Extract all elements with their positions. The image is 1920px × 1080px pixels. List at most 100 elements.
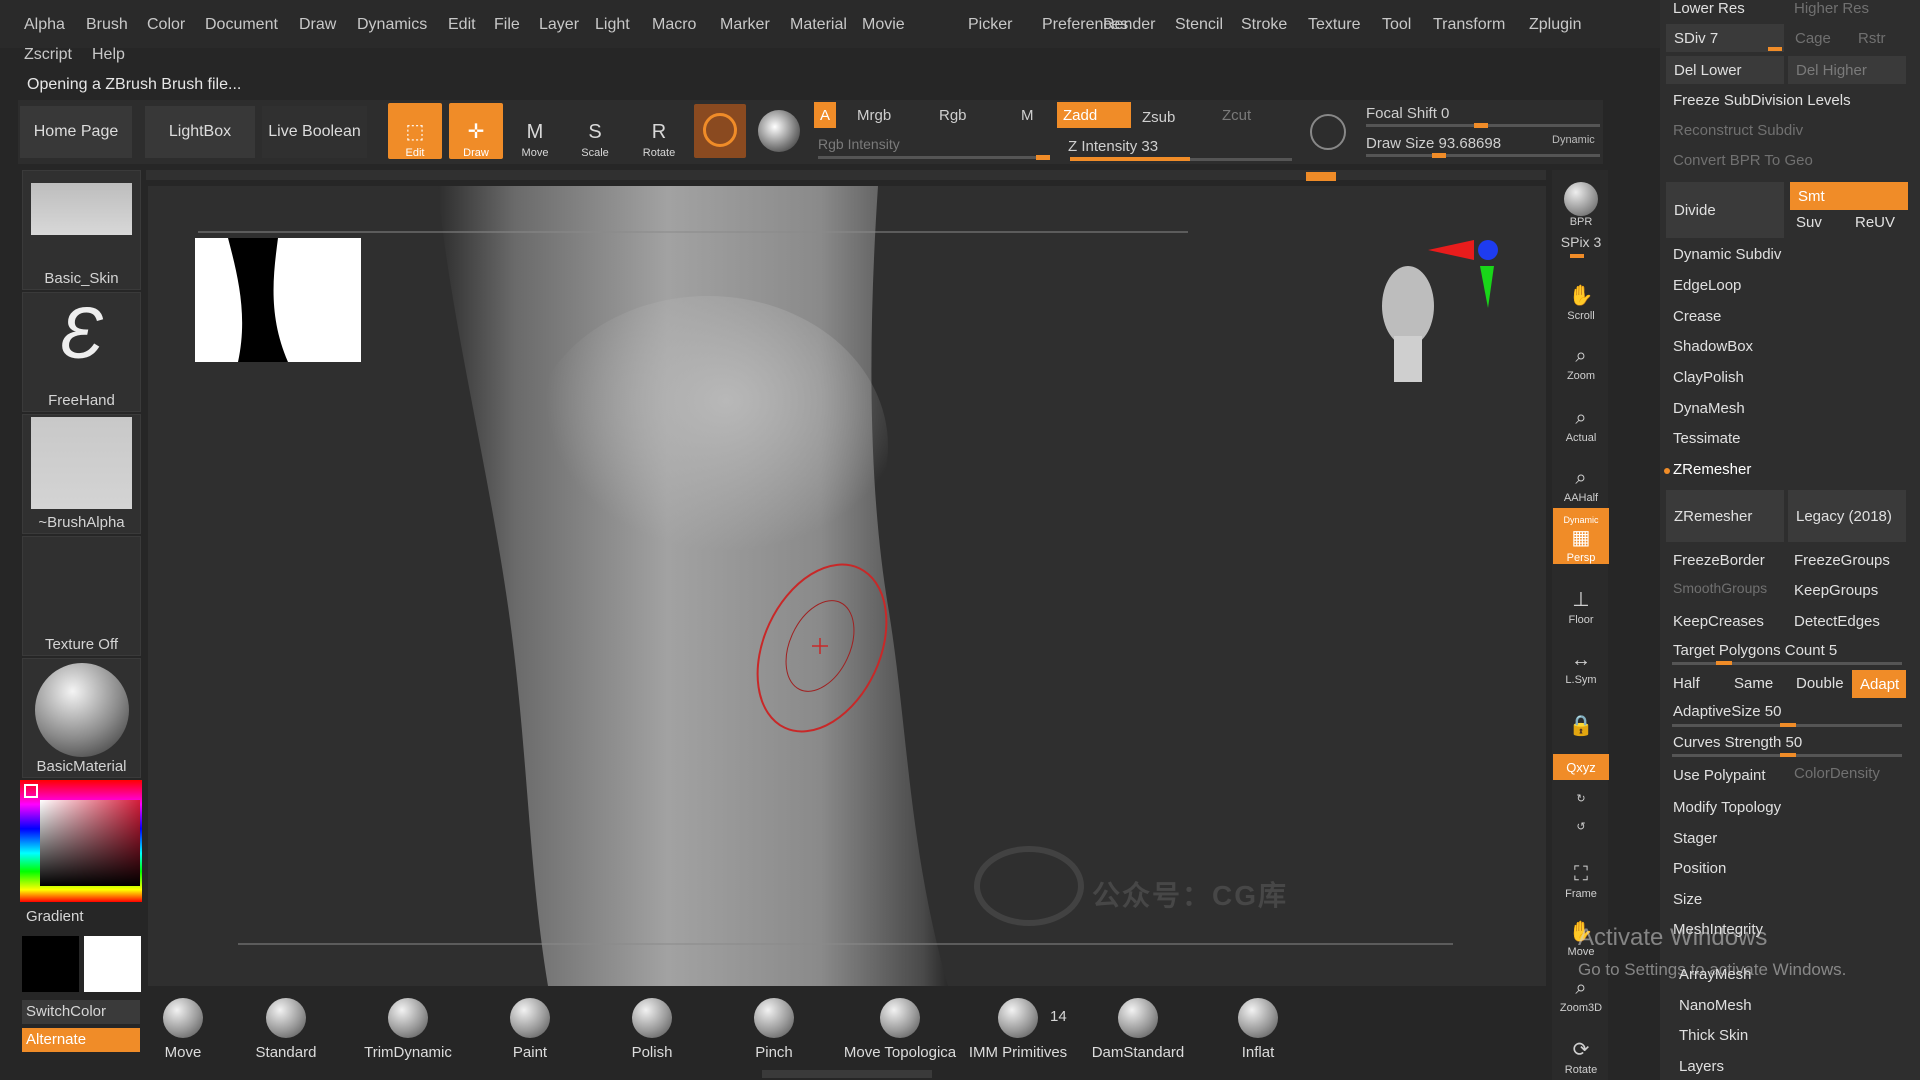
brush-pinch[interactable]: Pinch xyxy=(724,998,824,1061)
reuv-button[interactable]: ReUV xyxy=(1855,214,1895,231)
texture-thumb[interactable]: Texture Off xyxy=(22,536,141,656)
rotate-z-button[interactable]: ↺ xyxy=(1553,814,1609,838)
secondary-color-swatch[interactable] xyxy=(84,936,141,992)
crease-button[interactable]: Crease xyxy=(1673,308,1721,325)
size-button[interactable]: Size xyxy=(1673,891,1702,908)
sdiv-handle[interactable] xyxy=(1768,47,1782,51)
alpha-skin-thumb[interactable]: Basic_Skin xyxy=(22,170,141,290)
xyz-button[interactable]: Qxyz xyxy=(1553,754,1609,780)
freezeborder-toggle[interactable]: FreezeBorder xyxy=(1673,552,1765,569)
smt-toggle[interactable]: Smt xyxy=(1790,182,1908,210)
rotate-y-button[interactable]: ↻ xyxy=(1553,786,1609,810)
lower-res-button[interactable]: Lower Res xyxy=(1673,0,1745,17)
color-picker[interactable] xyxy=(20,780,142,902)
suv-toggle[interactable]: Suv xyxy=(1796,214,1822,231)
half-button[interactable]: Half xyxy=(1673,675,1700,692)
use-polypaint-toggle[interactable]: Use Polypaint xyxy=(1673,767,1766,784)
menu-material[interactable]: Material xyxy=(790,16,847,34)
menu-light[interactable]: Light xyxy=(595,16,630,34)
keepgroups-toggle[interactable]: KeepGroups xyxy=(1794,582,1878,599)
yin-yang-icon[interactable] xyxy=(758,110,800,152)
tessimate-button[interactable]: Tessimate xyxy=(1673,430,1741,447)
menu-help[interactable]: Help xyxy=(92,46,125,64)
edit-button[interactable]: ⬚ Edit xyxy=(388,103,442,159)
floor-button[interactable]: ⊥ Floor xyxy=(1553,572,1609,626)
lightbox-button[interactable]: LightBox xyxy=(145,106,255,158)
scroll-button[interactable]: ✋ Scroll xyxy=(1553,268,1609,322)
dynamesh-button[interactable]: DynaMesh xyxy=(1673,400,1745,417)
menu-color[interactable]: Color xyxy=(147,16,185,34)
actual-button[interactable]: ⌕ Actual xyxy=(1553,390,1609,444)
color-density-slider[interactable]: ColorDensity xyxy=(1794,765,1880,782)
zcut-toggle[interactable]: Zcut xyxy=(1216,102,1257,128)
menu-macro[interactable]: Macro xyxy=(652,16,696,34)
curves-strength-handle[interactable] xyxy=(1780,753,1796,757)
shelf-scroll[interactable] xyxy=(762,1070,932,1078)
menu-marker[interactable]: Marker xyxy=(720,16,770,34)
smoothgroups-slider[interactable]: SmoothGroups xyxy=(1673,580,1767,596)
menu-render[interactable]: Render xyxy=(1103,16,1155,34)
target-polygons-handle[interactable] xyxy=(1716,661,1732,665)
adaptive-size-handle[interactable] xyxy=(1780,723,1796,727)
modify-topology-button[interactable]: Modify Topology xyxy=(1673,799,1781,816)
zadd-toggle[interactable]: Zadd xyxy=(1057,102,1131,128)
menu-stroke[interactable]: Stroke xyxy=(1241,16,1287,34)
claypolish-button[interactable]: ClayPolish xyxy=(1673,369,1744,386)
timeline-strip[interactable] xyxy=(146,170,1546,180)
stroke-freehand-thumb[interactable]: Ɛ FreeHand xyxy=(22,292,141,412)
del-higher-button[interactable]: Del Higher xyxy=(1788,56,1906,84)
brush-standard[interactable]: Standard xyxy=(236,998,336,1061)
menu-picker[interactable]: Picker xyxy=(968,16,1012,34)
material-sphere-button[interactable] xyxy=(694,104,746,158)
menu-file[interactable]: File xyxy=(494,16,520,34)
focal-shift-handle[interactable] xyxy=(1474,123,1488,128)
menu-edit[interactable]: Edit xyxy=(448,16,476,34)
lsym-button[interactable]: ↔ L.Sym xyxy=(1553,632,1609,686)
menu-stencil[interactable]: Stencil xyxy=(1175,16,1223,34)
adaptive-size-slider[interactable]: AdaptiveSize 50 xyxy=(1673,703,1781,720)
spix-slider[interactable] xyxy=(1570,254,1584,258)
mrgb-toggle[interactable]: Mrgb xyxy=(851,102,897,128)
brush-alpha-thumb[interactable]: ~BrushAlpha xyxy=(22,414,141,534)
menu-tool[interactable]: Tool xyxy=(1382,16,1411,34)
reconstruct-subdiv-button[interactable]: Reconstruct Subdiv xyxy=(1673,122,1803,139)
menu-layer[interactable]: Layer xyxy=(539,16,579,34)
zremesher-button[interactable]: ZRemesher xyxy=(1666,490,1784,542)
nanomesh-button[interactable]: NanoMesh xyxy=(1679,997,1752,1014)
adapt-toggle[interactable]: Adapt xyxy=(1852,670,1906,698)
target-polygons-track[interactable] xyxy=(1672,662,1902,665)
color-cursor[interactable] xyxy=(24,784,38,798)
double-button[interactable]: Double xyxy=(1796,675,1844,692)
rgb-intensity-handle[interactable] xyxy=(1036,155,1050,160)
menu-zscript[interactable]: Zscript xyxy=(24,46,72,64)
live-boolean-button[interactable]: Live Boolean xyxy=(262,106,367,158)
curves-strength-slider[interactable]: Curves Strength 50 xyxy=(1673,734,1802,751)
canvas-viewport[interactable] xyxy=(148,186,1546,986)
detectedges-toggle[interactable]: DetectEdges xyxy=(1794,613,1880,630)
del-lower-button[interactable]: Del Lower xyxy=(1666,56,1784,84)
zoom-button[interactable]: ⌕ Zoom xyxy=(1553,328,1609,382)
sdiv-slider[interactable]: SDiv 7 xyxy=(1666,24,1784,52)
brush-damstandard[interactable]: DamStandard xyxy=(1088,998,1188,1061)
legacy-button[interactable]: Legacy (2018) xyxy=(1788,490,1906,542)
rstr-button[interactable]: Rstr xyxy=(1858,30,1886,47)
bpr-button[interactable]: BPR xyxy=(1553,174,1609,228)
brush-move[interactable]: Move xyxy=(133,998,233,1061)
position-button[interactable]: Position xyxy=(1673,860,1726,877)
sculpt-canvas[interactable] xyxy=(148,186,1546,986)
home-page-button[interactable]: Home Page xyxy=(20,106,132,158)
menu-zplugin[interactable]: Zplugin xyxy=(1529,16,1581,34)
zremesher-header[interactable]: ZRemesher xyxy=(1673,461,1751,478)
menu-transform[interactable]: Transform xyxy=(1433,16,1505,34)
rgb-intensity-slider[interactable] xyxy=(818,156,1050,159)
dynamic-subdiv-button[interactable]: Dynamic Subdiv xyxy=(1673,246,1781,263)
shadowbox-button[interactable]: ShadowBox xyxy=(1673,338,1753,355)
same-button[interactable]: Same xyxy=(1734,675,1773,692)
draw-button[interactable]: ✛ Draw xyxy=(449,103,503,159)
lazy-mouse-icon[interactable] xyxy=(1310,114,1346,150)
brush-inflat[interactable]: Inflat xyxy=(1208,998,1308,1061)
scale-button[interactable]: S Scale xyxy=(568,103,622,159)
primary-color-swatch[interactable] xyxy=(22,936,79,992)
menu-dynamics[interactable]: Dynamics xyxy=(357,16,427,34)
freeze-subdiv-button[interactable]: Freeze SubDivision Levels xyxy=(1673,92,1851,109)
